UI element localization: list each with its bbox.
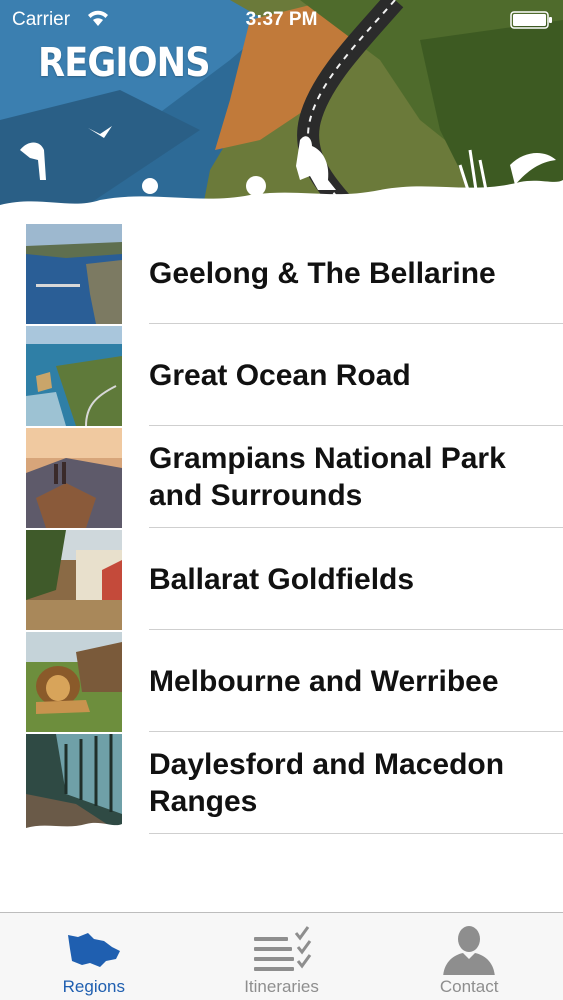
person-icon: [443, 926, 495, 975]
header-banner: Carrier 3:37 PM REGIONS: [0, 0, 563, 222]
victoria-map-icon: [67, 933, 120, 967]
region-thumbnail: [26, 734, 122, 834]
tab-contact[interactable]: Contact: [375, 913, 563, 1000]
region-thumbnail: [26, 326, 122, 426]
page-title: REGIONS: [38, 40, 211, 86]
region-thumbnail: [26, 428, 122, 528]
tab-label: Regions: [62, 977, 126, 996]
row-divider: [149, 833, 563, 834]
tab-label: Itineraries: [244, 977, 319, 996]
tab-label: Contact: [439, 977, 499, 996]
region-label: Great Ocean Road: [149, 358, 411, 392]
region-label: Geelong & The Bellarine: [149, 256, 496, 290]
region-thumbnail: [26, 530, 122, 630]
checklist-icon: [253, 926, 311, 971]
tab-itineraries[interactable]: Itineraries: [188, 913, 376, 1000]
region-row-great-ocean-road[interactable]: Great Ocean Road: [0, 324, 563, 426]
region-row-grampians[interactable]: Grampians National Park and Surrounds: [0, 426, 563, 528]
region-label: Melbourne and Werribee: [149, 664, 499, 698]
tab-bar: Regions Itineraries Contact: [0, 912, 563, 1000]
tab-regions[interactable]: Regions: [0, 913, 188, 1000]
region-label: Ballarat Goldfields: [149, 562, 415, 596]
region-thumbnail: [26, 632, 122, 732]
region-row-daylesford[interactable]: Daylesford and Macedon Ranges: [0, 732, 563, 834]
region-thumbnail: [26, 224, 122, 324]
region-row-geelong[interactable]: Geelong & The Bellarine: [0, 222, 563, 324]
region-label: Grampians National Park and Surrounds: [149, 442, 506, 512]
battery-icon: [510, 11, 552, 29]
status-bar: Carrier 3:37 PM: [0, 0, 563, 40]
region-list: Geelong & The Bellarine Great Ocean Road: [0, 222, 563, 834]
region-label: Daylesford and Macedon Ranges: [149, 748, 505, 818]
status-time: 3:37 PM: [245, 9, 318, 30]
region-row-ballarat[interactable]: Ballarat Goldfields: [0, 528, 563, 630]
region-row-melbourne[interactable]: Melbourne and Werribee: [0, 630, 563, 732]
